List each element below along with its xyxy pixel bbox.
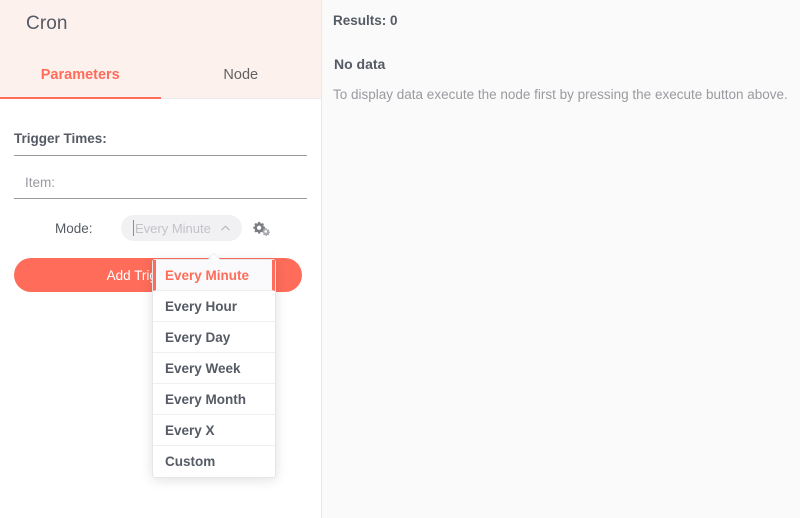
trigger-times-group: Trigger Times: (14, 99, 307, 156)
dropdown-option-every-week[interactable]: Every Week (153, 353, 275, 384)
mode-dropdown-menu: Every Minute Every Hour Every Day Every … (152, 254, 276, 478)
gears-icon[interactable] (252, 219, 270, 237)
dropdown-option-every-x[interactable]: Every X (153, 415, 275, 446)
tab-node[interactable]: Node (161, 55, 322, 99)
dropdown-option-every-minute[interactable]: Every Minute (153, 260, 275, 291)
mode-row: Mode: Every Minute (14, 199, 307, 241)
dropdown-option-every-hour[interactable]: Every Hour (153, 291, 275, 322)
dropdown-option-custom[interactable]: Custom (153, 446, 275, 477)
mode-option-list: Every Minute Every Hour Every Day Every … (153, 260, 275, 477)
page-title: Cron (26, 13, 68, 34)
node-editor-window: Cron Parameters Node Trigger Times: Item… (0, 0, 800, 518)
node-header: Cron Parameters Node (0, 0, 321, 99)
trigger-times-label: Trigger Times: (14, 131, 107, 146)
mode-label: Mode: (55, 220, 93, 236)
dropdown-caret-icon (208, 254, 220, 260)
no-data-description: To display data execute the node first b… (333, 87, 788, 102)
item-label: Item: (25, 175, 56, 190)
dropdown-option-every-month[interactable]: Every Month (153, 384, 275, 415)
parameters-panel: Cron Parameters Node Trigger Times: Item… (0, 0, 322, 518)
results-panel: Results: 0 No data To display data execu… (322, 0, 800, 518)
results-count: Results: 0 (333, 13, 398, 28)
text-caret (133, 220, 134, 236)
chevron-up-icon[interactable] (220, 223, 231, 234)
no-data-title: No data (334, 56, 386, 72)
tab-parameters-label: Parameters (40, 66, 120, 83)
mode-select-placeholder: Every Minute (135, 220, 211, 236)
tab-bar: Parameters Node (0, 55, 321, 99)
tab-node-label: Node (223, 66, 259, 83)
dropdown-option-every-day[interactable]: Every Day (153, 322, 275, 353)
tab-parameters[interactable]: Parameters (0, 55, 161, 99)
mode-select[interactable]: Every Minute (121, 215, 242, 241)
